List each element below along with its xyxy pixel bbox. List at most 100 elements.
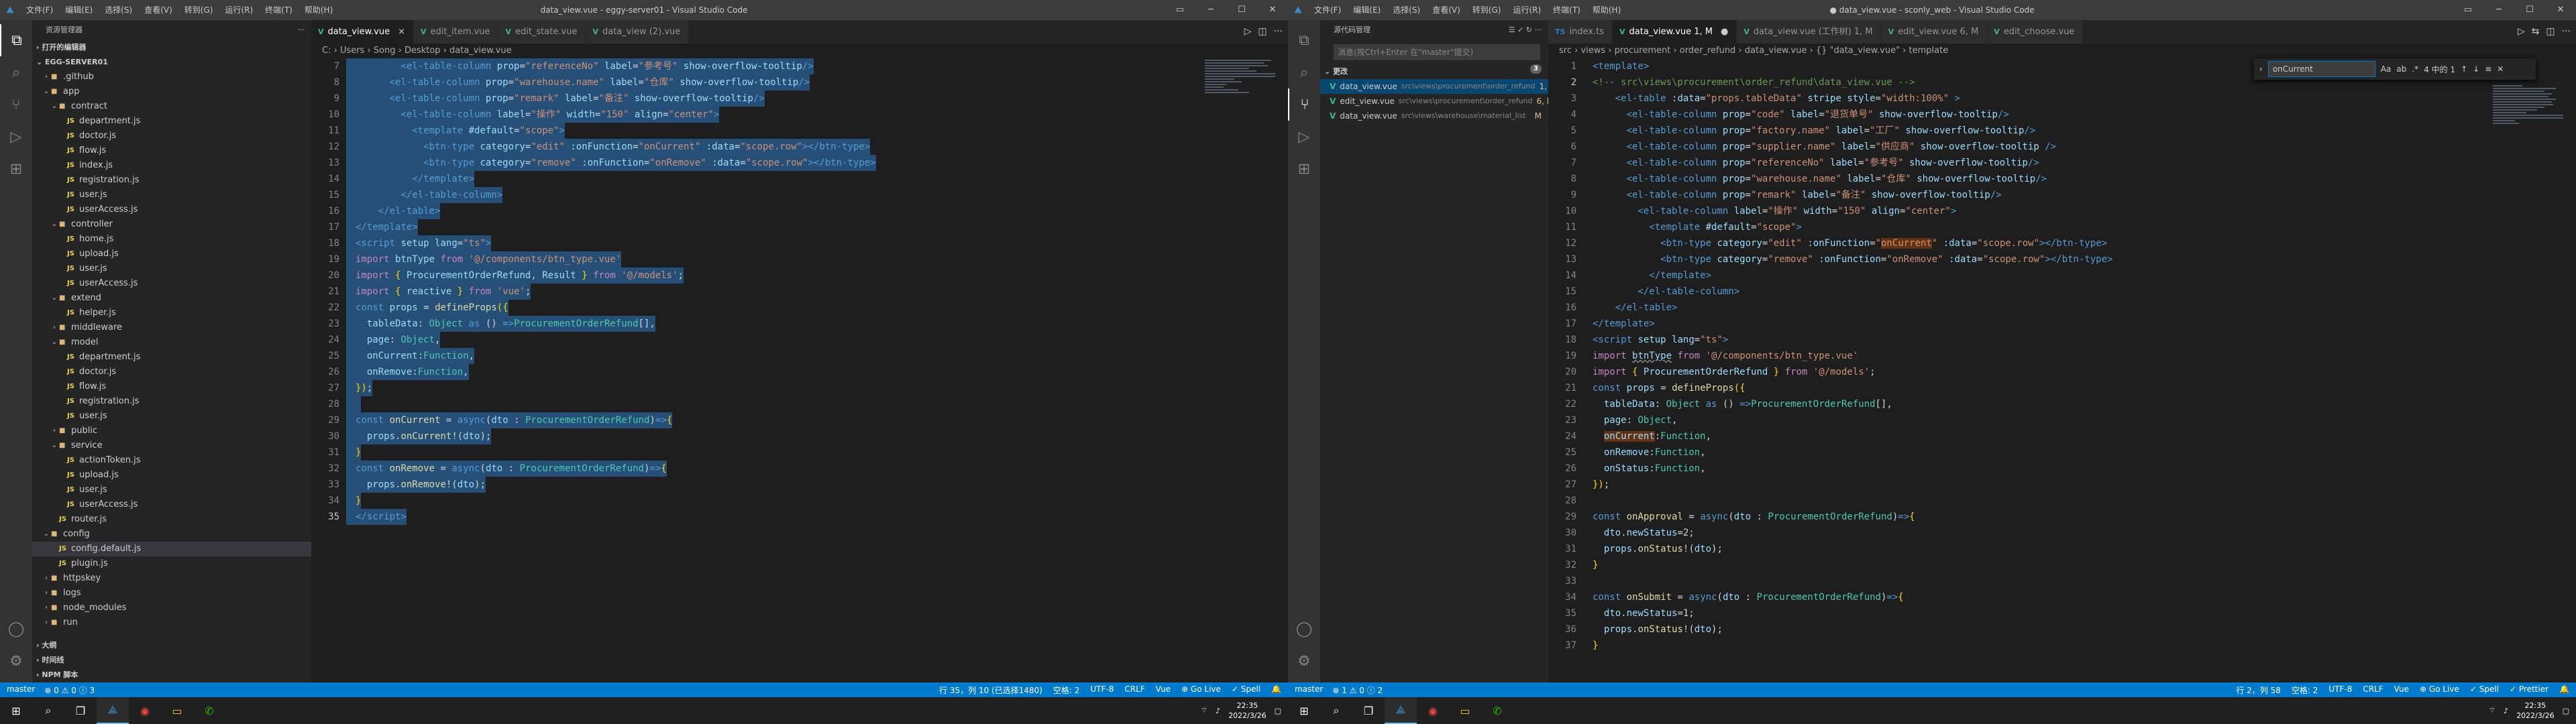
minimize-button[interactable]: ─	[2483, 0, 2514, 20]
file-item[interactable]: JS flow.js	[32, 379, 311, 394]
layout-icon[interactable]: ▭	[2453, 0, 2483, 20]
status-item[interactable]: ✓ Prettier	[2510, 684, 2548, 696]
maximize-button[interactable]: ☐	[2514, 0, 2545, 20]
folder-item[interactable]: ⌄ ■ model	[32, 335, 311, 350]
file-item[interactable]: JS registration.js	[32, 173, 311, 188]
editor-tab[interactable]: Vedit_choose.vue	[1987, 20, 2084, 44]
maximize-button[interactable]: ☐	[1226, 0, 1257, 20]
menu-item[interactable]: 选择(S)	[1387, 0, 1426, 20]
editor-tab[interactable]: Vdata_view.vue 1, M ●	[1613, 20, 1737, 44]
menu-item[interactable]: 终端(T)	[1547, 0, 1587, 20]
file-item[interactable]: JS doctor.js	[32, 365, 311, 379]
file-item[interactable]: JS user.js	[32, 188, 311, 202]
file-item[interactable]: JS router.js	[32, 512, 311, 527]
editor-tab[interactable]: Vdata_view.vue ×	[311, 20, 415, 44]
file-item[interactable]: JS plugin.js	[32, 556, 311, 571]
commit-message-input[interactable]: 消息(按Ctrl+Enter 在"master"提交)	[1334, 44, 1540, 60]
windows-start-icon[interactable]: ⊞	[0, 697, 32, 724]
menu-item[interactable]: 转到(G)	[178, 0, 219, 20]
file-item[interactable]: JS user.js	[32, 483, 311, 497]
folder-item[interactable]: › ■ .github	[32, 70, 311, 84]
account-icon[interactable]: ◯	[1288, 613, 1320, 645]
npm-scripts-section[interactable]: › NPM 脚本	[32, 668, 311, 682]
status-item[interactable]: 行 35，列 10 (已选择1480)	[939, 684, 1042, 696]
menu-item[interactable]: 编辑(E)	[59, 0, 99, 20]
outline-section[interactable]: › 大纲	[32, 638, 311, 653]
settings-gear-icon[interactable]: ⚙	[0, 645, 32, 677]
network-icon[interactable]: ⌔	[1201, 706, 1208, 715]
status-item[interactable]: ⊕ Go Live	[2420, 684, 2459, 696]
open-editors-section[interactable]: › 打开的编辑器	[32, 40, 311, 55]
settings-gear-icon[interactable]: ⚙	[1288, 645, 1320, 677]
menu-item[interactable]: 查看(V)	[138, 0, 178, 20]
editor-tab[interactable]: Vedit_view.vue 6, M	[1881, 20, 1988, 44]
file-item[interactable]: JS doctor.js	[32, 129, 311, 143]
file-item[interactable]: JS index.js	[32, 158, 311, 173]
status-item[interactable]: Vue	[2394, 684, 2409, 696]
file-item[interactable]: JS department.js	[32, 114, 311, 129]
file-item[interactable]: JS user.js	[32, 409, 311, 424]
file-item[interactable]: JS user.js	[32, 261, 311, 276]
run-icon[interactable]: ▷	[2518, 20, 2525, 44]
menu-item[interactable]: 运行(R)	[1507, 0, 1547, 20]
menu-item[interactable]: 文件(F)	[20, 0, 59, 20]
chrome-icon[interactable]: ◉	[1417, 697, 1449, 724]
status-item[interactable]: Vue	[1156, 684, 1171, 696]
search-icon[interactable]: ⌕	[1288, 56, 1320, 88]
menu-item[interactable]: 文件(F)	[1308, 0, 1347, 20]
account-icon[interactable]: ◯	[0, 613, 32, 645]
clock[interactable]: 22:35 2022/3/26	[1228, 701, 1266, 721]
editor-tab[interactable]: TS index.ts	[1548, 20, 1613, 44]
file-item[interactable]: JS department.js	[32, 350, 311, 365]
file-explorer-icon[interactable]: ▭	[1449, 697, 1481, 724]
project-section[interactable]: ⌄ EGG-SERVER01	[32, 55, 311, 70]
folder-item[interactable]: › ■ logs	[32, 586, 311, 601]
minimap[interactable]	[2493, 84, 2567, 164]
notification-icon[interactable]: ▢	[1275, 707, 1281, 715]
network-icon[interactable]: ⌔	[2489, 706, 2496, 715]
status-item[interactable]: 空格: 2	[1053, 684, 1080, 696]
source-control-icon[interactable]: ⑂	[1288, 88, 1320, 121]
menu-item[interactable]: 帮助(H)	[299, 0, 339, 20]
breadcrumb[interactable]: src › views › procurement › order_refund…	[1548, 44, 2576, 58]
folder-item[interactable]: › ■ run	[32, 615, 311, 630]
explorer-icon[interactable]: ⧉	[1288, 24, 1320, 56]
run-debug-icon[interactable]: ▷	[1288, 121, 1320, 153]
status-item[interactable]: CRLF	[1124, 684, 1144, 696]
changed-file[interactable]: Vdata_view.vue src\views\procurement\orde…	[1320, 79, 1548, 94]
status-item[interactable]: ⊗ 0 ⚠ 0 ⓘ 3	[44, 684, 95, 696]
search-icon[interactable]: ⌕	[0, 56, 32, 88]
tab-close-icon[interactable]: ●	[1721, 20, 1728, 44]
status-item[interactable]: UTF-8	[2328, 684, 2352, 696]
menu-item[interactable]: 查看(V)	[1426, 0, 1466, 20]
explorer-icon[interactable]: ⧉	[0, 24, 32, 56]
wechat-icon[interactable]: ✆	[193, 697, 225, 724]
taskbar-search-icon[interactable]: ⌕	[1320, 697, 1352, 724]
split-editor-icon[interactable]: ◫	[2546, 20, 2555, 44]
layout-icon[interactable]: ▭	[1165, 0, 1195, 20]
compare-icon[interactable]: ⇆	[2532, 20, 2540, 44]
changed-file[interactable]: Vdata_view.vue src\views\warehouse\materi…	[1320, 109, 1548, 123]
menu-item[interactable]: 运行(R)	[219, 0, 259, 20]
file-item[interactable]: JS helper.js	[32, 306, 311, 320]
task-view-icon[interactable]: ❐	[1352, 697, 1385, 724]
vscode-taskbar-icon[interactable]: ⟁	[97, 697, 129, 724]
folder-item[interactable]: ⌄ ■ extend	[32, 291, 311, 306]
source-control-icon[interactable]: ⑂	[0, 88, 32, 121]
file-item[interactable]: JS userAccess.js	[32, 497, 311, 512]
timeline-section[interactable]: › 时间线	[32, 653, 311, 668]
status-item[interactable]: 🔔	[1271, 684, 1281, 696]
extensions-icon[interactable]: ⊞	[1288, 153, 1320, 185]
run-debug-icon[interactable]: ▷	[0, 121, 32, 153]
status-item[interactable]: ⊗ 1 ⚠ 0 ⓘ 2	[1332, 684, 1383, 696]
volume-icon[interactable]: ♪	[1216, 707, 1220, 715]
status-item[interactable]: 空格: 2	[2292, 684, 2318, 696]
changes-section[interactable]: ⌄ 更改 3	[1320, 64, 1548, 79]
folder-item[interactable]: ⌄ ■ config	[32, 527, 311, 542]
more-icon[interactable]: ···	[1274, 20, 1283, 44]
status-item[interactable]: ✓ Spell	[2470, 684, 2499, 696]
menu-item[interactable]: 编辑(E)	[1347, 0, 1387, 20]
file-item[interactable]: JS actionToken.js	[32, 453, 311, 468]
more-icon[interactable]: ···	[2562, 20, 2571, 44]
status-item[interactable]: CRLF	[2363, 684, 2383, 696]
